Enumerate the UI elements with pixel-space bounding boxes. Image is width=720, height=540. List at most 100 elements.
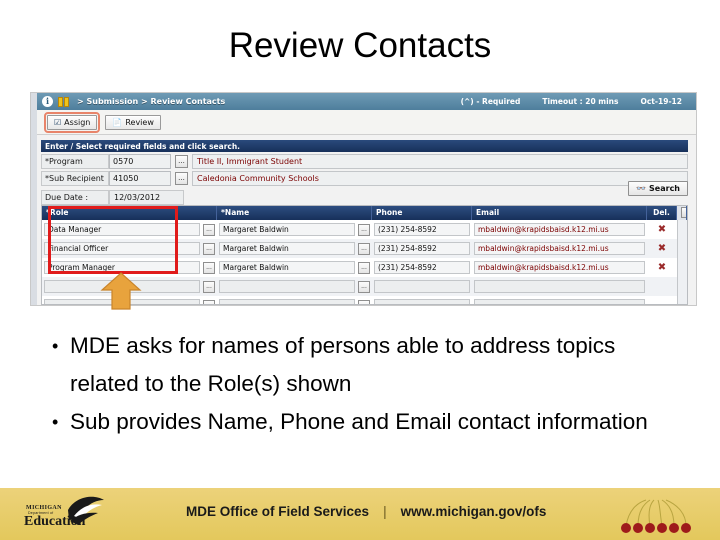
cell-role: Data Manager ... — [42, 220, 217, 239]
phone-input[interactable]: (231) 254-8592 — [374, 261, 470, 274]
toolbar: ☑ Assign 📄 Review — [37, 110, 696, 135]
cell-email — [472, 296, 647, 304]
column-header-email[interactable]: Email — [472, 206, 647, 220]
duedate-value: 12/03/2012 — [109, 190, 184, 205]
timeout-note: Timeout : 20 mins — [542, 97, 619, 106]
cell-name: Margaret Baldwin ... — [217, 220, 372, 239]
subrecipient-lookup-icon[interactable]: ... — [175, 172, 188, 185]
info-icon[interactable]: i — [42, 96, 53, 107]
name-input[interactable]: Margaret Baldwin — [219, 242, 355, 255]
checkbox-icon: ☑ — [54, 117, 62, 127]
phone-input[interactable]: (231) 254-8592 — [374, 242, 470, 255]
footer: MICHIGAN Department of Education MDE Off… — [0, 486, 720, 540]
name-lookup-icon[interactable]: ... — [358, 223, 370, 236]
role-lookup-icon[interactable]: ... — [203, 280, 215, 293]
column-header-role[interactable]: *Role — [42, 206, 217, 220]
gold-up-arrow — [100, 272, 142, 310]
cell-phone: (231) 254-8592 — [372, 220, 472, 239]
email-input[interactable]: mbaldwin@krapidsbaisd.k12.mi.us — [474, 261, 645, 274]
grid-scrollbar-header[interactable]: ▲ — [677, 206, 687, 220]
breadcrumb-status-group: (^) - Required Timeout : 20 mins Oct-19-… — [461, 97, 696, 106]
cell-name: ... — [217, 277, 372, 296]
name-lookup-icon[interactable]: ... — [358, 299, 370, 304]
phone-input[interactable] — [374, 299, 470, 304]
delete-row-icon[interactable]: ✖ — [647, 239, 677, 258]
scroll-up-icon[interactable]: ▲ — [681, 207, 686, 218]
cell-phone — [372, 277, 472, 296]
column-header-phone[interactable]: Phone — [372, 206, 472, 220]
duedate-label: Due Date : — [41, 190, 109, 205]
page-title: Review Contacts — [228, 26, 492, 65]
cell-phone: (231) 254-8592 — [372, 239, 472, 258]
delete-row-icon[interactable]: ✖ — [647, 258, 677, 277]
search-button[interactable]: 👓 Search — [628, 181, 688, 196]
search-button-label: Search — [649, 184, 680, 193]
grid-header-row: *Role *Name Phone Email Del. ▲ — [42, 206, 687, 220]
table-row[interactable]: Data Manager ... Margaret Baldwin ... (2… — [42, 220, 687, 239]
grid-scrollbar-track[interactable] — [677, 239, 687, 258]
review-button[interactable]: 📄 Review — [105, 114, 161, 130]
cell-name: Margaret Baldwin ... — [217, 239, 372, 258]
bullet-list: MDE asks for names of persons able to ad… — [44, 327, 684, 441]
name-lookup-icon[interactable]: ... — [358, 280, 370, 293]
cell-email: mbaldwin@krapidsbaisd.k12.mi.us — [472, 220, 647, 239]
role-input[interactable]: Financial Officer — [44, 242, 200, 255]
program-lookup-icon[interactable]: ... — [175, 155, 188, 168]
email-input[interactable]: mbaldwin@krapidsbaisd.k12.mi.us — [474, 242, 645, 255]
name-input[interactable] — [219, 280, 355, 293]
cell-role: Financial Officer ... — [42, 239, 217, 258]
breadcrumb[interactable]: > Submission > Review Contacts — [77, 97, 225, 106]
michigan-education-logo: MICHIGAN Department of Education — [24, 494, 112, 534]
grid-scrollbar-track[interactable] — [677, 220, 687, 239]
name-lookup-icon[interactable]: ... — [358, 242, 370, 255]
list-item: MDE asks for names of persons able to ad… — [52, 327, 684, 403]
cell-name: ... — [217, 296, 372, 304]
binoculars-icon: 👓 — [636, 184, 647, 193]
program-row: *Program 0570 ... Title II, Immigrant St… — [41, 154, 688, 169]
logo-education-text: Education — [24, 514, 86, 529]
cell-phone — [372, 296, 472, 304]
footer-text-group: MDE Office of Field Services | www.michi… — [186, 504, 546, 519]
book-icon[interactable] — [58, 96, 69, 107]
instruction-banner: Enter / Select required fields and click… — [41, 140, 688, 152]
grid-scrollbar-track[interactable] — [677, 258, 687, 277]
cell-email: mbaldwin@krapidsbaisd.k12.mi.us — [472, 239, 647, 258]
search-form: *Program 0570 ... Title II, Immigrant St… — [41, 154, 688, 207]
breadcrumb-bar: i > Submission > Review Contacts (^) - R… — [37, 93, 696, 110]
cell-phone: (231) 254-8592 — [372, 258, 472, 277]
program-description: Title II, Immigrant Student — [192, 154, 688, 169]
assign-button-label: Assign — [64, 117, 91, 127]
cell-email — [472, 277, 647, 296]
name-input[interactable]: Margaret Baldwin — [219, 261, 355, 274]
subrecipient-label: *Sub Recipient — [41, 171, 109, 186]
role-lookup-icon[interactable]: ... — [203, 223, 215, 236]
name-input[interactable] — [219, 299, 355, 304]
program-code-input[interactable]: 0570 — [109, 154, 171, 169]
review-button-label: Review — [125, 117, 154, 127]
grid-scrollbar-track[interactable] — [677, 296, 687, 304]
grid-scrollbar-track[interactable] — [677, 277, 687, 296]
cell-name: Margaret Baldwin ... — [217, 258, 372, 277]
delete-row-icon[interactable]: ✖ — [647, 220, 677, 239]
email-input[interactable]: mbaldwin@krapidsbaisd.k12.mi.us — [474, 223, 645, 236]
subrecipient-code-input[interactable]: 41050 — [109, 171, 171, 186]
footer-url[interactable]: www.michigan.gov/ofs — [401, 504, 547, 519]
role-input[interactable]: Data Manager — [44, 223, 200, 236]
role-lookup-icon[interactable]: ... — [203, 242, 215, 255]
assign-button[interactable]: ☑ Assign — [43, 111, 101, 133]
required-note: (^) - Required — [460, 97, 521, 106]
phone-input[interactable] — [374, 280, 470, 293]
name-input[interactable]: Margaret Baldwin — [219, 223, 355, 236]
email-input[interactable] — [474, 299, 645, 304]
name-lookup-icon[interactable]: ... — [358, 261, 370, 274]
phone-input[interactable]: (231) 254-8592 — [374, 223, 470, 236]
cell-email: mbaldwin@krapidsbaisd.k12.mi.us — [472, 258, 647, 277]
list-item: Sub provides Name, Phone and Email conta… — [52, 403, 684, 441]
role-lookup-icon[interactable]: ... — [203, 299, 215, 304]
email-input[interactable] — [474, 280, 645, 293]
column-header-name[interactable]: *Name — [217, 206, 372, 220]
table-row[interactable]: Financial Officer ... Margaret Baldwin .… — [42, 239, 687, 258]
column-header-delete: Del. — [647, 206, 677, 220]
role-lookup-icon[interactable]: ... — [203, 261, 215, 274]
duedate-row: Due Date : 12/03/2012 — [41, 190, 688, 205]
